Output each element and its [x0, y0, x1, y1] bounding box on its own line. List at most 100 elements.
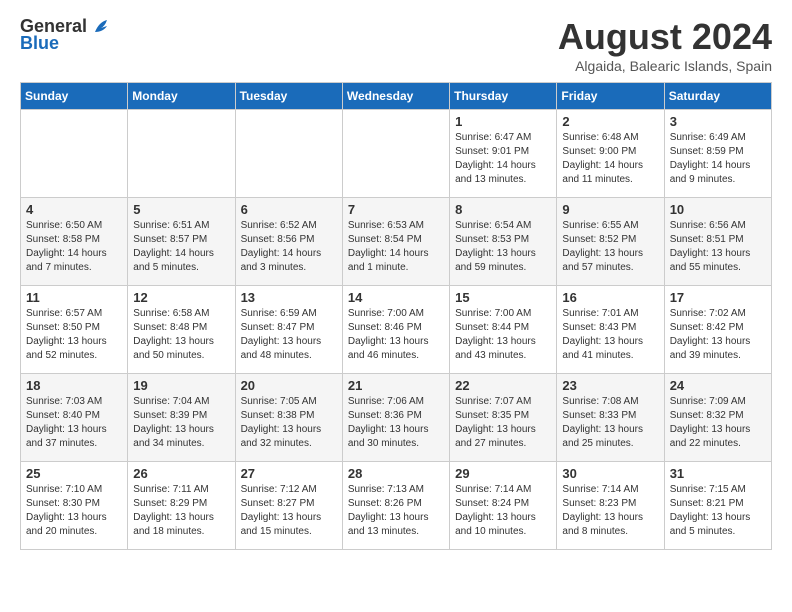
- calendar-cell: 11 Sunrise: 6:57 AM Sunset: 8:50 PM Dayli…: [21, 286, 128, 374]
- day-number: 8: [455, 202, 551, 217]
- cell-content: Sunrise: 7:11 AM Sunset: 8:29 PM Dayligh…: [133, 483, 229, 539]
- calendar-cell: 26 Sunrise: 7:11 AM Sunset: 8:29 PM Dayli…: [128, 462, 235, 550]
- day-number: 20: [241, 378, 337, 393]
- cell-content: Sunrise: 6:56 AM Sunset: 8:51 PM Dayligh…: [670, 219, 766, 275]
- day-number: 3: [670, 114, 766, 129]
- calendar-cell: [128, 110, 235, 198]
- cell-content: Sunrise: 7:00 AM Sunset: 8:46 PM Dayligh…: [348, 307, 444, 363]
- calendar-cell: 22 Sunrise: 7:07 AM Sunset: 8:35 PM Dayli…: [450, 374, 557, 462]
- header-friday: Friday: [557, 83, 664, 110]
- cell-content: Sunrise: 6:49 AM Sunset: 8:59 PM Dayligh…: [670, 131, 766, 187]
- cell-content: Sunrise: 6:48 AM Sunset: 9:00 PM Dayligh…: [562, 131, 658, 187]
- day-number: 27: [241, 466, 337, 481]
- calendar-table: SundayMondayTuesdayWednesdayThursdayFrid…: [20, 82, 772, 550]
- cell-content: Sunrise: 7:09 AM Sunset: 8:32 PM Dayligh…: [670, 395, 766, 451]
- logo-bird-icon: [91, 18, 113, 36]
- day-number: 5: [133, 202, 229, 217]
- day-number: 16: [562, 290, 658, 305]
- header-sunday: Sunday: [21, 83, 128, 110]
- calendar-cell: 19 Sunrise: 7:04 AM Sunset: 8:39 PM Dayli…: [128, 374, 235, 462]
- cell-content: Sunrise: 7:05 AM Sunset: 8:38 PM Dayligh…: [241, 395, 337, 451]
- calendar-cell: 2 Sunrise: 6:48 AM Sunset: 9:00 PM Daylig…: [557, 110, 664, 198]
- day-number: 2: [562, 114, 658, 129]
- calendar-cell: 5 Sunrise: 6:51 AM Sunset: 8:57 PM Daylig…: [128, 198, 235, 286]
- day-number: 17: [670, 290, 766, 305]
- calendar-cell: 10 Sunrise: 6:56 AM Sunset: 8:51 PM Dayli…: [664, 198, 771, 286]
- logo-blue-text: Blue: [20, 33, 59, 54]
- calendar-cell: 6 Sunrise: 6:52 AM Sunset: 8:56 PM Daylig…: [235, 198, 342, 286]
- day-number: 13: [241, 290, 337, 305]
- cell-content: Sunrise: 6:59 AM Sunset: 8:47 PM Dayligh…: [241, 307, 337, 363]
- cell-content: Sunrise: 6:57 AM Sunset: 8:50 PM Dayligh…: [26, 307, 122, 363]
- day-number: 26: [133, 466, 229, 481]
- calendar-cell: [235, 110, 342, 198]
- day-number: 7: [348, 202, 444, 217]
- header-monday: Monday: [128, 83, 235, 110]
- day-number: 24: [670, 378, 766, 393]
- calendar-cell: 17 Sunrise: 7:02 AM Sunset: 8:42 PM Dayli…: [664, 286, 771, 374]
- calendar-cell: 23Sunrise: 7:08 AM Sunset: 8:33 PM Dayli…: [557, 374, 664, 462]
- calendar-cell: 16 Sunrise: 7:01 AM Sunset: 8:43 PM Dayli…: [557, 286, 664, 374]
- calendar-week-row: 11 Sunrise: 6:57 AM Sunset: 8:50 PM Dayli…: [21, 286, 772, 374]
- cell-content: Sunrise: 7:15 AM Sunset: 8:21 PM Dayligh…: [670, 483, 766, 539]
- calendar-cell: 28 Sunrise: 7:13 AM Sunset: 8:26 PM Dayli…: [342, 462, 449, 550]
- cell-content: Sunrise: 6:54 AM Sunset: 8:53 PM Dayligh…: [455, 219, 551, 275]
- calendar-cell: 18 Sunrise: 7:03 AM Sunset: 8:40 PM Dayli…: [21, 374, 128, 462]
- calendar-header-row: SundayMondayTuesdayWednesdayThursdayFrid…: [21, 83, 772, 110]
- day-number: 31: [670, 466, 766, 481]
- logo: General Blue: [20, 16, 113, 54]
- calendar-cell: 4 Sunrise: 6:50 AM Sunset: 8:58 PM Daylig…: [21, 198, 128, 286]
- day-number: 30: [562, 466, 658, 481]
- cell-content: Sunrise: 6:47 AM Sunset: 9:01 PM Dayligh…: [455, 131, 551, 187]
- day-number: 25: [26, 466, 122, 481]
- cell-content: Sunrise: 6:55 AM Sunset: 8:52 PM Dayligh…: [562, 219, 658, 275]
- calendar-cell: 31 Sunrise: 7:15 AM Sunset: 8:21 PM Dayli…: [664, 462, 771, 550]
- calendar-cell: 8 Sunrise: 6:54 AM Sunset: 8:53 PM Daylig…: [450, 198, 557, 286]
- cell-content: Sunrise: 6:53 AM Sunset: 8:54 PM Dayligh…: [348, 219, 444, 275]
- cell-content: Sunrise: 7:06 AM Sunset: 8:36 PM Dayligh…: [348, 395, 444, 451]
- month-year-title: August 2024: [558, 16, 772, 58]
- day-number: 12: [133, 290, 229, 305]
- day-number: 14: [348, 290, 444, 305]
- cell-content: Sunrise: 6:51 AM Sunset: 8:57 PM Dayligh…: [133, 219, 229, 275]
- cell-content: Sunrise: 7:03 AM Sunset: 8:40 PM Dayligh…: [26, 395, 122, 451]
- cell-content: Sunrise: 7:02 AM Sunset: 8:42 PM Dayligh…: [670, 307, 766, 363]
- cell-content: Sunrise: 7:14 AM Sunset: 8:23 PM Dayligh…: [562, 483, 658, 539]
- cell-content: Sunrise: 7:14 AM Sunset: 8:24 PM Dayligh…: [455, 483, 551, 539]
- cell-content: Sunrise: 7:10 AM Sunset: 8:30 PM Dayligh…: [26, 483, 122, 539]
- day-number: 19: [133, 378, 229, 393]
- calendar-cell: 30 Sunrise: 7:14 AM Sunset: 8:23 PM Dayli…: [557, 462, 664, 550]
- calendar-week-row: 18 Sunrise: 7:03 AM Sunset: 8:40 PM Dayli…: [21, 374, 772, 462]
- calendar-cell: 9 Sunrise: 6:55 AM Sunset: 8:52 PM Daylig…: [557, 198, 664, 286]
- calendar-cell: 12Sunrise: 6:58 AM Sunset: 8:48 PM Dayli…: [128, 286, 235, 374]
- calendar-cell: 25 Sunrise: 7:10 AM Sunset: 8:30 PM Dayli…: [21, 462, 128, 550]
- day-number: 29: [455, 466, 551, 481]
- location-subtitle: Algaida, Balearic Islands, Spain: [558, 58, 772, 74]
- day-number: 6: [241, 202, 337, 217]
- calendar-cell: 3 Sunrise: 6:49 AM Sunset: 8:59 PM Daylig…: [664, 110, 771, 198]
- cell-content: Sunrise: 7:01 AM Sunset: 8:43 PM Dayligh…: [562, 307, 658, 363]
- cell-content: Sunrise: 7:04 AM Sunset: 8:39 PM Dayligh…: [133, 395, 229, 451]
- calendar-cell: 24 Sunrise: 7:09 AM Sunset: 8:32 PM Dayli…: [664, 374, 771, 462]
- cell-content: Sunrise: 7:07 AM Sunset: 8:35 PM Dayligh…: [455, 395, 551, 451]
- cell-content: Sunrise: 6:50 AM Sunset: 8:58 PM Dayligh…: [26, 219, 122, 275]
- header-thursday: Thursday: [450, 83, 557, 110]
- calendar-cell: 29 Sunrise: 7:14 AM Sunset: 8:24 PM Dayli…: [450, 462, 557, 550]
- title-block: August 2024 Algaida, Balearic Islands, S…: [558, 16, 772, 74]
- day-number: 10: [670, 202, 766, 217]
- day-number: 11: [26, 290, 122, 305]
- cell-content: Sunrise: 6:52 AM Sunset: 8:56 PM Dayligh…: [241, 219, 337, 275]
- calendar-week-row: 4 Sunrise: 6:50 AM Sunset: 8:58 PM Daylig…: [21, 198, 772, 286]
- day-number: 22: [455, 378, 551, 393]
- header-saturday: Saturday: [664, 83, 771, 110]
- cell-content: Sunrise: 7:13 AM Sunset: 8:26 PM Dayligh…: [348, 483, 444, 539]
- day-number: 21: [348, 378, 444, 393]
- day-number: 28: [348, 466, 444, 481]
- day-number: 18: [26, 378, 122, 393]
- page-header: General Blue August 2024 Algaida, Balear…: [20, 16, 772, 74]
- calendar-cell: 15Sunrise: 7:00 AM Sunset: 8:44 PM Dayli…: [450, 286, 557, 374]
- calendar-cell: 21 Sunrise: 7:06 AM Sunset: 8:36 PM Dayli…: [342, 374, 449, 462]
- day-number: 1: [455, 114, 551, 129]
- day-number: 4: [26, 202, 122, 217]
- day-number: 9: [562, 202, 658, 217]
